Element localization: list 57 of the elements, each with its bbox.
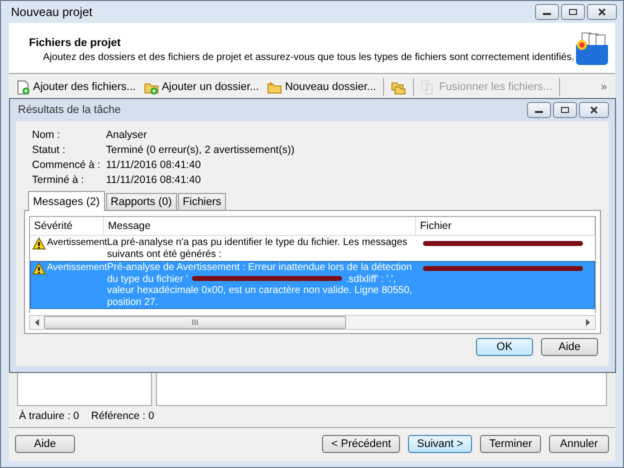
close-icon <box>597 8 607 16</box>
info-label: Commencé à : <box>32 159 100 172</box>
info-value: Analyser <box>106 129 147 142</box>
dialog-title: Résultats de la tâche <box>18 104 122 116</box>
maximize-button[interactable] <box>553 102 577 118</box>
warning-icon <box>32 237 46 250</box>
maximize-button[interactable] <box>561 4 585 20</box>
message-text: Pré-analyse de Avertissement : Erreur inattendue lors de la détection du type du fichier ' .sdlxliff' : '.', valeur hexadécimale 0x00, est un caractère non valide. Ligne 80550, position 27. <box>107 262 412 308</box>
info-label: Terminé à : <box>32 174 84 187</box>
severity-text: Avertissement <box>47 237 108 248</box>
dialog-button[interactable]: Aide <box>541 338 598 356</box>
maximize-icon <box>560 106 570 114</box>
status-text: À traduire : 0 <box>19 410 80 422</box>
folders-icon <box>391 80 406 94</box>
severity-text: Avertissement <box>47 262 108 274</box>
wizard-button[interactable]: Aide <box>15 435 75 453</box>
column-header[interactable]: Message <box>104 217 416 235</box>
window-title: Nouveau projet <box>11 5 94 19</box>
toolbar-button[interactable]: Nouveau dossier... <box>264 77 380 97</box>
tab[interactable]: Fichiers <box>178 193 226 210</box>
wizard-button[interactable]: < Précédent <box>322 435 400 453</box>
info-value: 11/11/2016 08:41:40 <box>106 159 201 172</box>
scroll-grip: III <box>192 318 198 327</box>
maximize-icon <box>568 8 578 16</box>
wizard-button[interactable]: Suivant > <box>408 435 472 453</box>
scroll-right-icon[interactable] <box>584 319 592 326</box>
message-row[interactable] <box>30 261 595 309</box>
dialog-button[interactable]: OK <box>476 338 533 356</box>
info-label: Statut : <box>32 144 66 157</box>
folder-icon <box>266 80 282 94</box>
info-value: 11/11/2016 08:41:40 <box>106 174 201 187</box>
wizard-button[interactable]: Terminer <box>480 435 541 453</box>
warning-icon <box>32 262 46 275</box>
info-label: Nom : <box>32 129 60 142</box>
header-description: Ajoutez des dossiers et des fichiers de projet et assurez-vous que tous les types de fichiers sont correctement identifiés. <box>43 52 574 63</box>
column-header[interactable]: Fichier <box>416 217 595 235</box>
info-value: Terminé (0 erreur(s), 2 avertissement(s)) <box>106 144 294 157</box>
column-header[interactable]: Sévérité <box>30 217 104 235</box>
close-button[interactable] <box>579 102 609 118</box>
wizard-button[interactable]: Annuler <box>549 435 609 453</box>
status-text: Référence : 0 <box>91 410 154 422</box>
horizontal-scrollbar[interactable]: III <box>29 315 596 330</box>
scroll-left-icon[interactable] <box>33 319 41 326</box>
close-icon <box>589 106 599 114</box>
project-files-icon <box>574 31 609 67</box>
tab[interactable]: Rapports (0) <box>106 193 177 210</box>
message-text: La pré-analyse n'a pas pu identifier le type du fichier. Les messages suivants ont été générés : <box>107 237 408 260</box>
header-title: Fichiers de projet <box>29 37 122 49</box>
toolbar-button[interactable]: Ajouter un dossier... <box>140 77 262 97</box>
minimize-button[interactable] <box>527 102 551 118</box>
minimize-button[interactable] <box>535 4 559 20</box>
close-button[interactable] <box>587 4 617 20</box>
file-add-icon <box>16 80 30 94</box>
tab[interactable]: Messages (2) <box>28 191 105 211</box>
toolbar-button[interactable]: Ajouter des fichiers... <box>13 77 139 97</box>
toolbar-overflow-button[interactable]: » <box>596 81 611 93</box>
message-row[interactable]: AvertissementLa pré-analyse n'a pas pu identifier le type du fichier. Les messages suivants ont été générés : <box>30 236 595 261</box>
